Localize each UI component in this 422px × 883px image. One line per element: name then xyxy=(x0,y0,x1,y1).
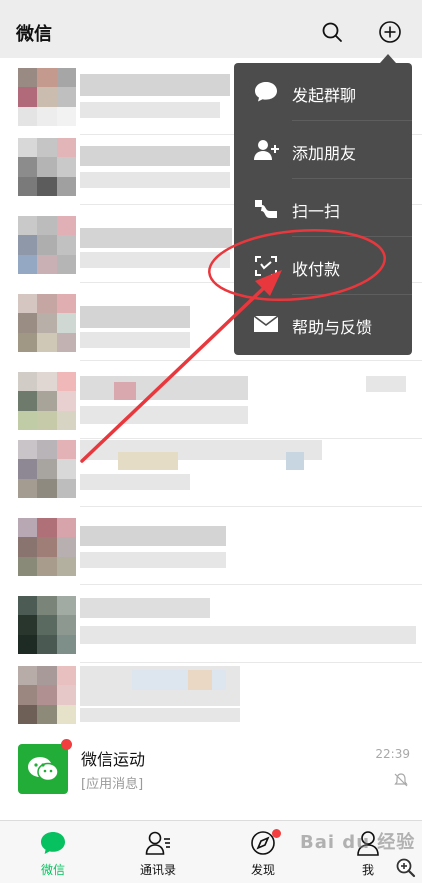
chat-name xyxy=(80,598,210,618)
chat-preview xyxy=(80,552,226,568)
chat-preview xyxy=(80,102,220,118)
menu-arrow xyxy=(380,54,396,63)
chat-name xyxy=(80,526,226,546)
chat-time xyxy=(366,376,406,392)
menu-item-payment[interactable]: 收付款 xyxy=(234,237,412,295)
mute-bell-icon xyxy=(394,773,408,787)
menu-item-label: 收付款 xyxy=(292,260,341,279)
menu-item-scan[interactable]: 扫一扫 xyxy=(234,179,412,237)
avatar xyxy=(18,596,76,654)
plus-menu: 发起群聊 添加朋友 扫一扫 收付款 帮助与反馈 xyxy=(234,63,412,355)
tab-discover[interactable]: 发现 xyxy=(223,821,303,883)
add-button[interactable] xyxy=(374,16,406,48)
chat-preview xyxy=(80,406,248,424)
avatar xyxy=(18,294,76,352)
chat-preview xyxy=(80,172,230,188)
chat-bubble-icon xyxy=(255,82,277,102)
avatar xyxy=(18,440,76,498)
avatar xyxy=(18,68,76,126)
chat-row[interactable] xyxy=(0,430,422,507)
tab-contacts[interactable]: 通讯录 xyxy=(118,821,198,883)
add-friend-icon xyxy=(254,140,279,160)
chat-preview xyxy=(80,252,230,268)
menu-item-label: 发起群聊 xyxy=(292,86,357,105)
search-button[interactable] xyxy=(316,16,348,48)
chat-name xyxy=(80,146,230,166)
chat-name xyxy=(118,452,178,470)
mail-icon xyxy=(253,315,279,332)
chat-preview xyxy=(80,474,190,490)
chat-name xyxy=(188,670,212,690)
tab-label: 通讯录 xyxy=(139,863,176,877)
avatar xyxy=(18,666,76,724)
chat-preview xyxy=(80,626,416,644)
chat-preview: [应用消息] xyxy=(81,777,144,792)
chat-name: 微信运动 xyxy=(81,750,146,769)
chat-row[interactable] xyxy=(0,508,422,585)
menu-item-add-friend[interactable]: 添加朋友 xyxy=(234,121,412,179)
search-icon xyxy=(322,22,342,42)
chat-name xyxy=(114,382,136,400)
tab-label: 微信 xyxy=(40,863,65,877)
menu-item-group-chat[interactable]: 发起群聊 xyxy=(234,63,412,121)
contacts-icon xyxy=(145,831,170,855)
chat-row[interactable] xyxy=(0,656,422,733)
chat-tab-icon xyxy=(41,832,65,854)
chat-time: 22:39 xyxy=(375,747,410,761)
chat-preview xyxy=(80,708,240,722)
zoom-icon[interactable] xyxy=(396,858,416,878)
plus-circle-icon xyxy=(379,21,401,43)
avatar xyxy=(18,744,68,794)
watermark: Bai du 经验 xyxy=(300,832,416,853)
chat-row[interactable] xyxy=(0,362,422,439)
chat-row[interactable] xyxy=(0,586,422,663)
avatar xyxy=(18,372,76,430)
discover-badge xyxy=(272,829,281,838)
menu-item-label: 添加朋友 xyxy=(292,144,357,163)
avatar xyxy=(18,216,76,274)
chat-name xyxy=(80,74,230,96)
chat-name xyxy=(80,376,248,400)
scan-icon xyxy=(255,200,277,218)
chat-bubble-icon xyxy=(28,757,59,782)
tab-label: 发现 xyxy=(250,863,275,877)
avatar xyxy=(18,518,76,576)
page-title: 微信 xyxy=(16,24,52,45)
pay-scan-icon xyxy=(255,256,277,276)
menu-item-label: 扫一扫 xyxy=(292,202,341,221)
unread-badge xyxy=(61,739,72,750)
chat-name xyxy=(80,306,190,328)
chat-row-wechat-sport[interactable]: 微信运动 [应用消息] 22:39 xyxy=(0,730,422,820)
menu-item-label: 帮助与反馈 xyxy=(292,318,373,337)
top-bar: 微信 xyxy=(0,6,422,58)
chat-name xyxy=(80,228,232,248)
avatar xyxy=(18,138,76,196)
chat-name xyxy=(286,452,304,470)
chat-preview xyxy=(80,332,190,348)
menu-item-help-feedback[interactable]: 帮助与反馈 xyxy=(234,295,412,353)
tab-chats[interactable]: 微信 xyxy=(13,821,93,883)
